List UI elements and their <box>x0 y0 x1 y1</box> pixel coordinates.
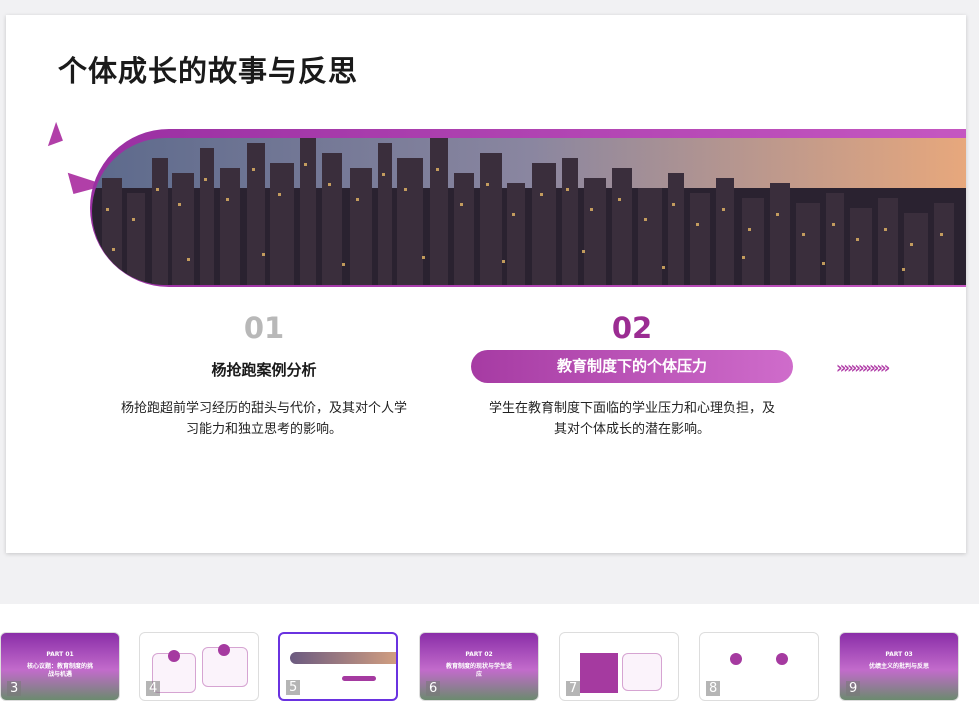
city-skyline-image <box>92 138 966 285</box>
item-title-02-pill: 教育制度下的个体压力 <box>471 350 793 383</box>
item-title-01: 杨抢跑案例分析 <box>211 361 317 379</box>
slide-title: 个体成长的故事与反思 <box>58 54 359 88</box>
slide-thumbnail-7[interactable]: 7 <box>559 632 679 701</box>
item-description-02: 学生在教育制度下面临的学业压力和心理负担，及 其对个体成长的潜在影响。 <box>488 401 775 437</box>
slide-thumbnail-4[interactable]: 4 <box>139 632 259 701</box>
slide-thumbnail-5[interactable]: 5 <box>278 632 398 701</box>
item-number-01: 01 <box>243 311 285 345</box>
slide-thumbnail-9[interactable]: PART 03 优绩主义的批判与反思 9 <box>839 632 959 701</box>
slide-canvas[interactable]: 个体成长的故事与反思 01 02 杨抢跑案例分析 教育制度下的个体压力 杨抢跑超… <box>6 15 966 553</box>
slide-thumbnail-8[interactable]: 8 <box>699 632 819 701</box>
slide-thumbnail-6[interactable]: PART 02 教育制度的现状与学生适 应 6 <box>419 632 539 701</box>
chevron-arrows-icon: »»»»»»» <box>836 358 890 377</box>
decorative-triangle <box>41 121 63 147</box>
item-description-01: 杨抢跑超前学习经历的甜头与代价，及其对个人学 习能力和独立思考的影响。 <box>120 401 407 437</box>
item-number-02: 02 <box>611 311 653 345</box>
slide-thumbnail-3[interactable]: PART 01 核心议题：教育制度的挑 战与机遇 3 <box>0 632 120 701</box>
